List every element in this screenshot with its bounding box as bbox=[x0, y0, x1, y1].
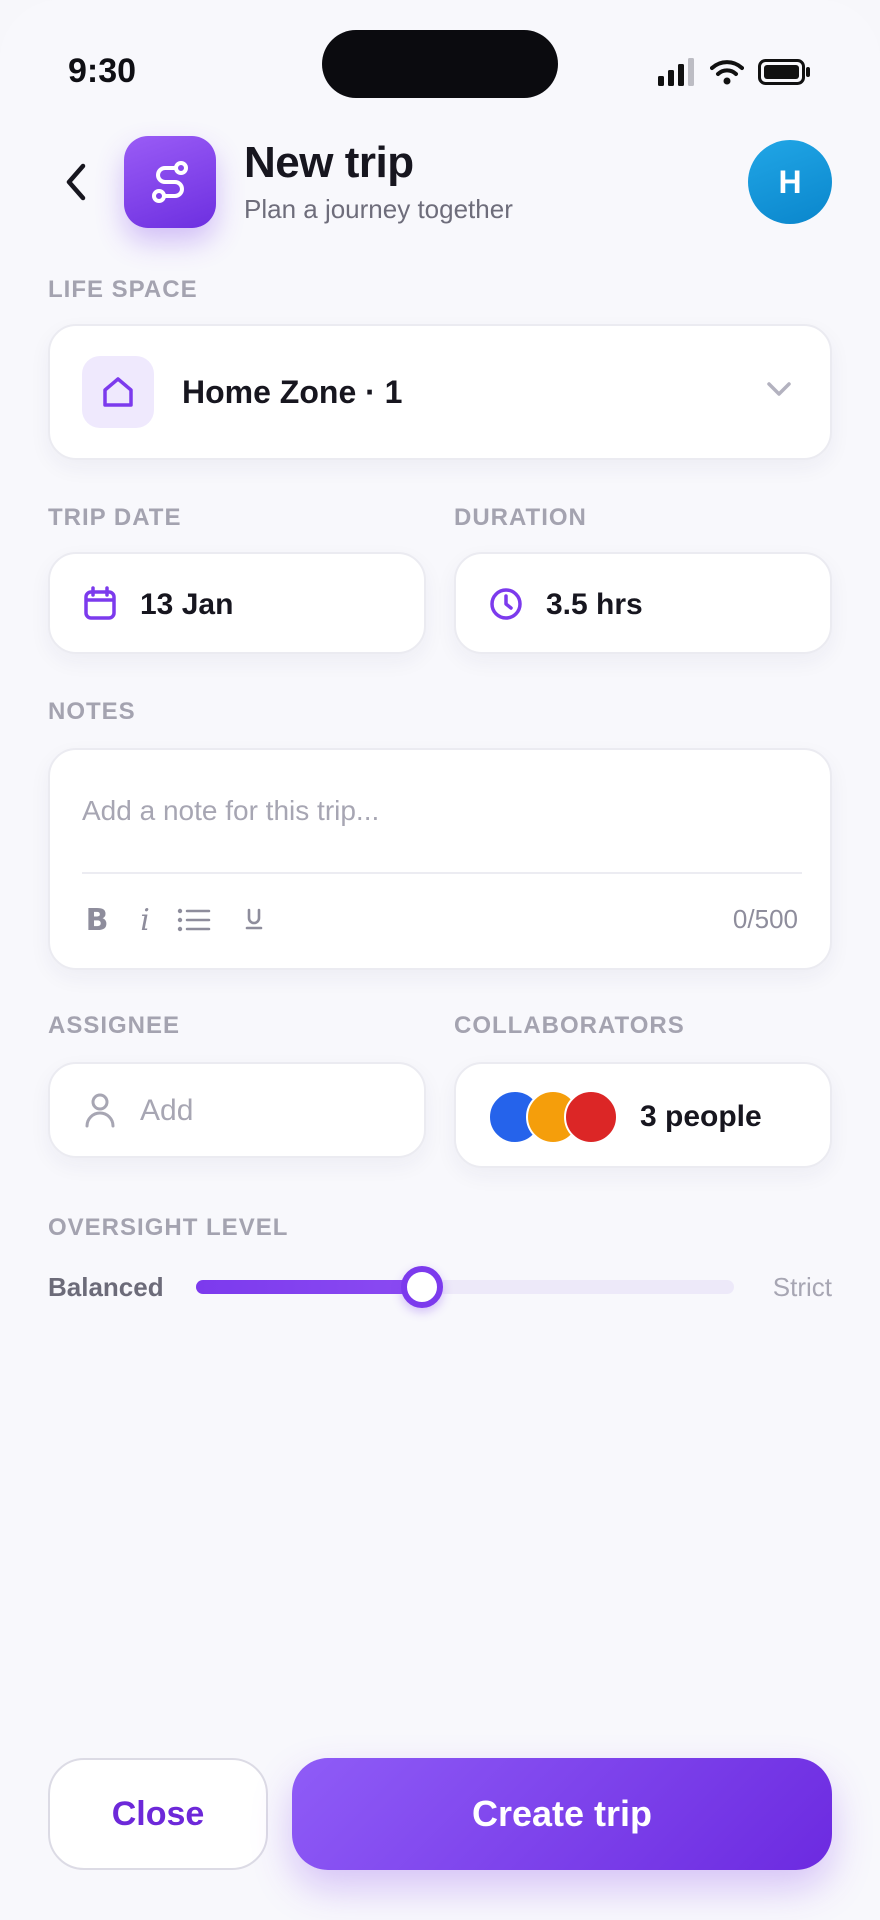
wifi-icon bbox=[710, 60, 744, 85]
collaborators-count: 3 people bbox=[640, 1100, 762, 1133]
life-space-select[interactable]: Home Zone · 1 bbox=[48, 324, 832, 460]
assignee-label: ASSIGNEE bbox=[48, 1012, 181, 1039]
slider-fill bbox=[196, 1280, 422, 1294]
oversight-slider[interactable] bbox=[196, 1266, 734, 1308]
slider-min-label: Balanced bbox=[48, 1272, 164, 1302]
page-title: New trip bbox=[244, 138, 414, 187]
duration-label: DURATION bbox=[454, 504, 587, 531]
battery-icon bbox=[758, 59, 810, 85]
bullet-list-button[interactable] bbox=[174, 900, 214, 940]
chevron-down-icon bbox=[767, 382, 791, 396]
italic-button[interactable]: i bbox=[130, 900, 160, 940]
oversight-label: OVERSIGHT LEVEL bbox=[48, 1214, 289, 1241]
trip-date-label: TRIP DATE bbox=[48, 504, 182, 531]
dynamic-island bbox=[322, 30, 558, 98]
slider-max-label: Strict bbox=[772, 1272, 832, 1302]
calendar-icon bbox=[84, 586, 116, 620]
close-button[interactable]: Close bbox=[48, 1758, 268, 1870]
character-counter: 0/500 bbox=[732, 904, 798, 934]
collaborator-avatars bbox=[488, 1090, 618, 1144]
status-time: 9:30 bbox=[68, 52, 137, 90]
assignee-placeholder: Add bbox=[140, 1094, 194, 1127]
life-space-label: LIFE SPACE bbox=[48, 276, 198, 303]
assignee-field[interactable]: Add bbox=[48, 1062, 426, 1158]
home-icon bbox=[103, 377, 133, 407]
trip-date-value: 13 Jan bbox=[140, 588, 234, 621]
status-icons bbox=[658, 58, 812, 86]
collaborators-label: COLLABORATORS bbox=[454, 1012, 685, 1039]
route-icon bbox=[152, 161, 188, 203]
list-icon bbox=[177, 908, 211, 932]
clock-icon bbox=[490, 588, 522, 620]
back-button[interactable] bbox=[52, 158, 100, 206]
signal-icon bbox=[658, 58, 694, 86]
create-trip-button[interactable]: Create trip bbox=[292, 1758, 832, 1870]
slider-thumb[interactable] bbox=[400, 1266, 443, 1308]
screen: 9:30 New trip Plan a journey together H … bbox=[0, 0, 880, 1920]
trip-date-field[interactable]: 13 Jan bbox=[48, 552, 426, 654]
app-icon bbox=[124, 136, 216, 228]
home-icon-tile bbox=[82, 356, 154, 428]
notes-editor: B i 0/500 bbox=[48, 748, 832, 970]
duration-value: 3.5 hrs bbox=[546, 588, 643, 621]
notes-divider bbox=[82, 872, 802, 874]
notes-input[interactable] bbox=[82, 786, 802, 836]
chevron-left-icon bbox=[66, 163, 86, 201]
collaborators-field[interactable]: 3 people bbox=[454, 1062, 832, 1168]
collaborator-avatar bbox=[564, 1090, 618, 1144]
user-icon bbox=[85, 1093, 115, 1128]
notes-label: NOTES bbox=[48, 698, 136, 725]
bold-button[interactable]: B bbox=[80, 900, 114, 940]
subscript-button[interactable] bbox=[236, 900, 272, 940]
duration-field[interactable]: 3.5 hrs bbox=[454, 552, 832, 654]
subscript-icon bbox=[245, 908, 263, 930]
page-subtitle: Plan a journey together bbox=[244, 194, 513, 224]
user-avatar[interactable]: H bbox=[748, 140, 832, 224]
life-space-value: Home Zone · 1 bbox=[182, 374, 403, 410]
